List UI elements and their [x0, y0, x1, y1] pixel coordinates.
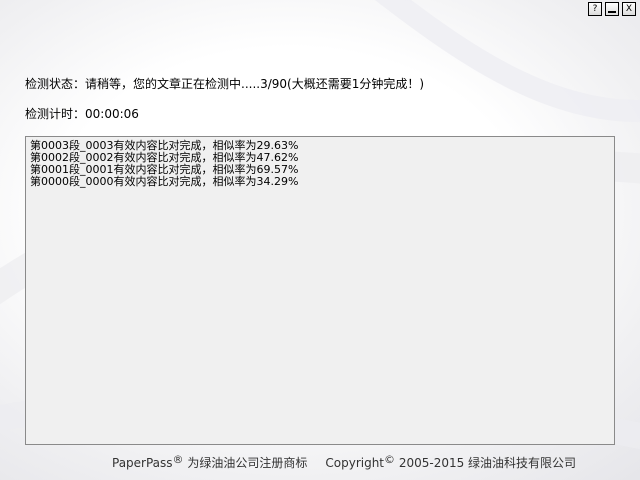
- timer-label: 检测计时：: [25, 107, 86, 121]
- status-line: 检测状态：请稍等，您的文章正在检测中.....3/90(大概还需要1分钟完成！): [25, 75, 424, 92]
- window-controls: ? X: [588, 2, 636, 16]
- timer-value: 00:00:06: [85, 107, 139, 121]
- help-icon: ?: [592, 4, 598, 14]
- log-textarea[interactable]: 第0003段_0003有效内容比对完成，相似率为29.63% 第0002段_00…: [25, 136, 615, 445]
- close-icon: X: [625, 4, 633, 14]
- status-message: 请稍等，您的文章正在检测中.....3/90(大概还需要1分钟完成！): [85, 77, 425, 91]
- minimize-icon: [608, 11, 616, 13]
- log-line: 第0000段_0000有效内容比对完成，相似率为34.29%: [30, 175, 299, 188]
- copyright-mark: ©: [384, 453, 396, 466]
- registered-mark: ®: [172, 453, 184, 466]
- footer: PaperPass® 为绿油油公司注册商标 Copyright© 2005-201…: [112, 453, 576, 471]
- minimize-button[interactable]: [605, 2, 619, 16]
- help-button[interactable]: ?: [588, 2, 602, 16]
- footer-trademark-text: 为绿油油公司注册商标: [183, 456, 308, 470]
- close-button[interactable]: X: [622, 2, 636, 16]
- footer-copyright-word: Copyright: [325, 456, 385, 470]
- footer-copyright-text: 2005-2015 绿油油科技有限公司: [395, 456, 577, 470]
- status-label: 检测状态：: [25, 77, 86, 91]
- footer-brand: PaperPass: [112, 456, 173, 470]
- timer-line: 检测计时：00:00:06: [25, 105, 139, 122]
